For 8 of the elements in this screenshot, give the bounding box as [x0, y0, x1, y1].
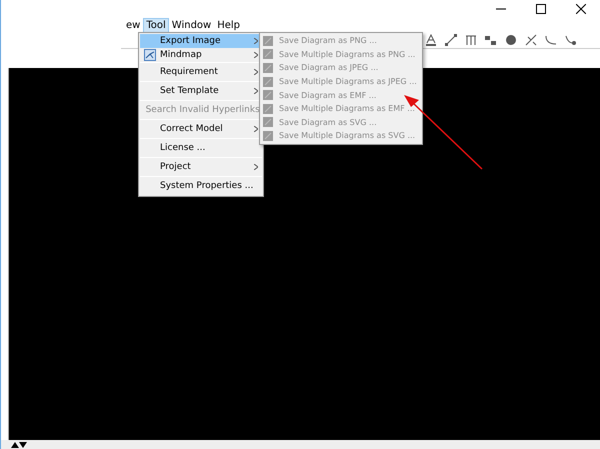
menu-item[interactable]: Mindmap: [140, 48, 262, 62]
menu-title[interactable]: Window: [168, 18, 214, 32]
menu-title[interactable]: ew: [123, 18, 144, 32]
menu-title[interactable]: Help: [214, 18, 244, 32]
menu-title[interactable]: Tool: [143, 18, 169, 32]
menu-item[interactable]: Export Image: [140, 34, 262, 48]
menu-item[interactable]: Project: [140, 157, 262, 176]
menu-item[interactable]: System Properties ...: [140, 176, 262, 195]
